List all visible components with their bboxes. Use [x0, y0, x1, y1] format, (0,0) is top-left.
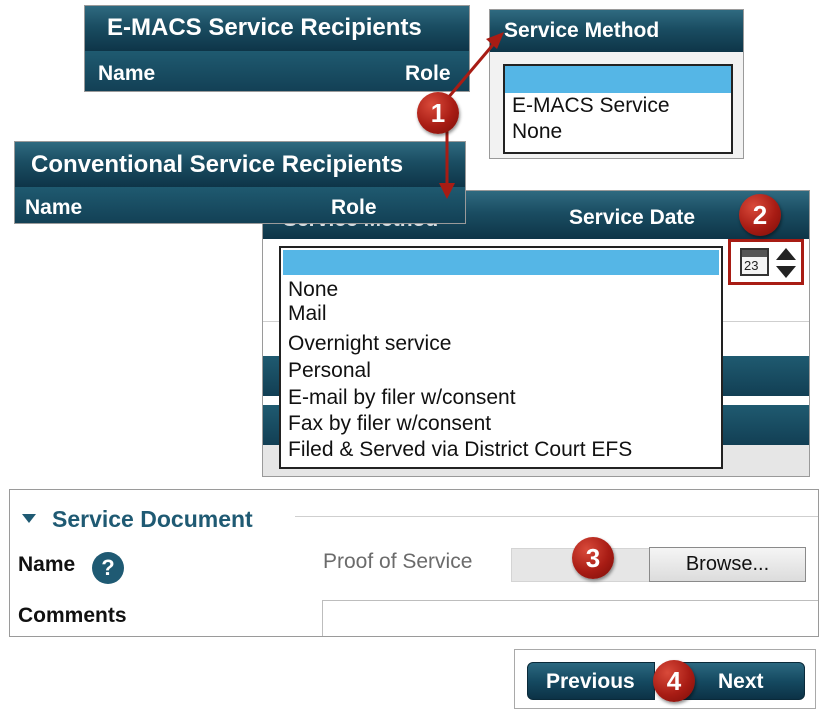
previous-button[interactable]: Previous: [527, 662, 655, 700]
step-badge-1: 1: [417, 92, 459, 134]
step-badge-3: 3: [572, 537, 614, 579]
comments-label: Comments: [18, 604, 127, 627]
name-label: Name: [18, 553, 76, 576]
step-badge-4: 4: [653, 660, 695, 702]
service-document-panel: Service Document Name ? Proof of Service…: [9, 489, 819, 637]
comments-input[interactable]: [322, 600, 818, 636]
next-label: Next: [718, 670, 764, 693]
previous-label: Previous: [546, 670, 635, 693]
help-glyph: ?: [101, 555, 115, 580]
browse-button[interactable]: Browse...: [649, 547, 806, 582]
step-badge-2: 2: [739, 194, 781, 236]
caret-down-icon[interactable]: [22, 514, 36, 524]
section-divider: [295, 516, 818, 517]
file-name-placeholder: Proof of Service: [323, 550, 473, 573]
browse-label: Browse...: [685, 553, 770, 575]
section-title[interactable]: Service Document: [52, 506, 253, 533]
help-icon[interactable]: ?: [92, 552, 124, 584]
